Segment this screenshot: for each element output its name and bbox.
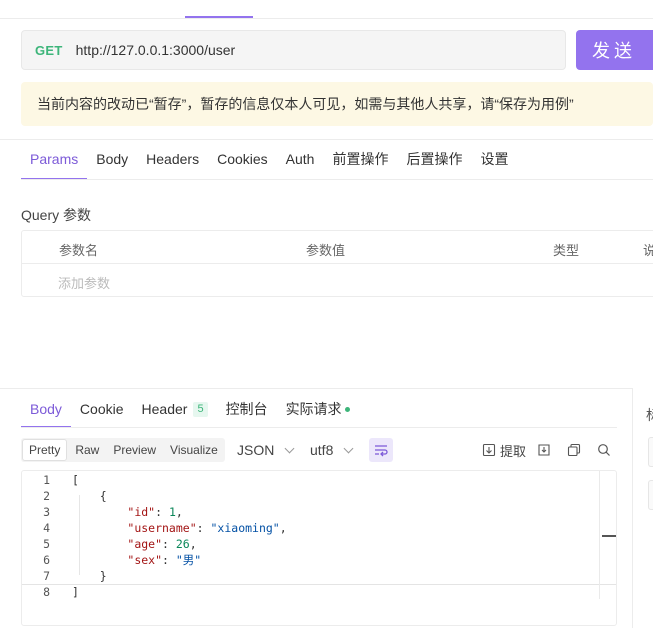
view-mode-group: Pretty Raw Preview Visualize: [21, 438, 225, 462]
tab-post-actions[interactable]: 后置操作: [397, 140, 471, 180]
extract-icon: [482, 443, 496, 457]
status-dot-icon: [344, 406, 350, 412]
format-select-value: JSON: [237, 442, 275, 458]
code-text: }: [72, 569, 107, 583]
tab-label: Cookie: [79, 401, 124, 417]
tab-response-body[interactable]: Body: [21, 392, 71, 428]
tab-label: 实际请求: [285, 401, 342, 417]
tabs-underline: [21, 179, 653, 180]
tabs-underline: [21, 427, 617, 428]
col-param-name: 参数名: [59, 243, 99, 258]
header-count-badge: 5: [193, 401, 208, 417]
tab-label: Body: [30, 401, 62, 417]
add-param-placeholder[interactable]: 添加参数: [58, 273, 110, 292]
table-header: 参数名 参数值 类型 说: [22, 231, 653, 264]
view-visualize-button[interactable]: Visualize: [164, 439, 224, 461]
tab-pre-actions[interactable]: 前置操作: [323, 140, 397, 180]
code-line: 3 "id": 1,: [22, 504, 616, 520]
code-text: "id": 1,: [127, 505, 183, 519]
top-divider: [0, 18, 653, 19]
tab-response-cookie[interactable]: Cookie: [71, 392, 133, 428]
stash-notice: 当前内容的改动已“暂存”，暂存的信息仅本人可见，如需与其他人共享，请“保存为用例…: [21, 82, 653, 126]
code-line: 5 "age": 26,: [22, 536, 616, 552]
col-description: 说: [643, 243, 653, 258]
code-line: 8]: [22, 584, 616, 600]
col-param-value: 参数值: [306, 243, 346, 258]
code-text: "sex": "男": [127, 553, 202, 567]
view-pretty-button[interactable]: Pretty: [22, 439, 68, 461]
response-tabs: Body Cookie Header 5 控制台 实际请求: [21, 392, 359, 428]
tab-response-header[interactable]: Header 5: [133, 392, 217, 428]
line-number: 4: [43, 521, 50, 535]
right-panel-field[interactable]: [648, 480, 653, 510]
code-text: {: [72, 489, 107, 503]
code-text: [: [72, 473, 79, 487]
encoding-select-value: utf8: [310, 442, 334, 458]
chevron-down-icon: [343, 443, 354, 453]
response-code-editor[interactable]: 1[2 {3 "id": 1, 4 "username": "xiaoming",…: [21, 470, 617, 626]
code-line: 1[: [22, 472, 616, 488]
send-button[interactable]: 发送: [576, 30, 653, 70]
encoding-select[interactable]: utf8: [310, 438, 354, 462]
line-number: 8: [43, 585, 50, 599]
copy-icon: [567, 443, 581, 457]
extract-label: 提取: [500, 443, 527, 459]
chevron-down-icon: [284, 443, 295, 453]
editor-scrollbar-track: [599, 471, 600, 599]
editor-scroll-track: [22, 584, 616, 585]
tab-body[interactable]: Body: [87, 140, 137, 180]
request-tabs: Params Body Headers Cookies Auth 前置操作 后置…: [21, 140, 517, 180]
url-input[interactable]: http://127.0.0.1:3000/user: [76, 42, 236, 58]
code-line: 7 }: [22, 568, 616, 584]
download-icon: [538, 444, 550, 456]
wrap-icon: [375, 445, 388, 457]
line-number: 5: [43, 537, 50, 551]
right-panel-label: 标: [646, 405, 653, 425]
wrap-lines-button[interactable]: [369, 438, 393, 462]
code-line: 4 "username": "xiaoming",: [22, 520, 616, 536]
search-button[interactable]: [597, 440, 611, 460]
format-select[interactable]: JSON: [237, 438, 295, 462]
line-number: 2: [43, 489, 50, 503]
code-line: 2 {: [22, 488, 616, 504]
line-number: 7: [43, 569, 50, 583]
tab-settings[interactable]: 设置: [471, 140, 517, 180]
copy-button[interactable]: [567, 440, 581, 460]
line-number: 3: [43, 505, 50, 519]
search-icon: [598, 444, 610, 456]
query-params-table: 参数名 参数值 类型 说 添加参数: [21, 230, 653, 297]
tab-auth[interactable]: Auth: [277, 140, 324, 180]
panel-divider[interactable]: [632, 388, 633, 628]
editor-scrollbar-thumb[interactable]: [602, 535, 616, 537]
extract-button[interactable]: 提取: [482, 440, 526, 460]
tab-console[interactable]: 控制台: [217, 392, 277, 428]
col-type: 类型: [553, 243, 580, 258]
view-preview-button[interactable]: Preview: [107, 439, 162, 461]
divider: [0, 388, 632, 389]
right-panel-field[interactable]: [648, 437, 653, 467]
line-number: 1: [43, 473, 50, 487]
table-row[interactable]: 添加参数: [22, 264, 653, 297]
code-text: ]: [72, 585, 79, 599]
url-bar[interactable]: GET http://127.0.0.1:3000/user: [21, 30, 566, 70]
code-text: "username": "xiaoming",: [127, 521, 287, 535]
query-params-title: Query 参数: [21, 207, 92, 223]
code-text: "age": 26,: [127, 537, 197, 551]
line-number: 6: [43, 553, 50, 567]
tab-headers[interactable]: Headers: [137, 140, 208, 180]
tab-params[interactable]: Params: [21, 140, 88, 180]
tab-label: 控制台: [225, 401, 268, 417]
tab-actual-request[interactable]: 实际请求: [277, 392, 359, 428]
response-toolbar: Pretty Raw Preview Visualize JSON utf8 提…: [21, 438, 617, 462]
download-button[interactable]: [537, 440, 551, 460]
tab-cookies[interactable]: Cookies: [208, 140, 277, 180]
method-label[interactable]: GET: [35, 43, 63, 58]
view-raw-button[interactable]: Raw: [69, 439, 105, 461]
tab-label: Header: [141, 401, 188, 417]
code-line: 6 "sex": "男": [22, 552, 616, 568]
